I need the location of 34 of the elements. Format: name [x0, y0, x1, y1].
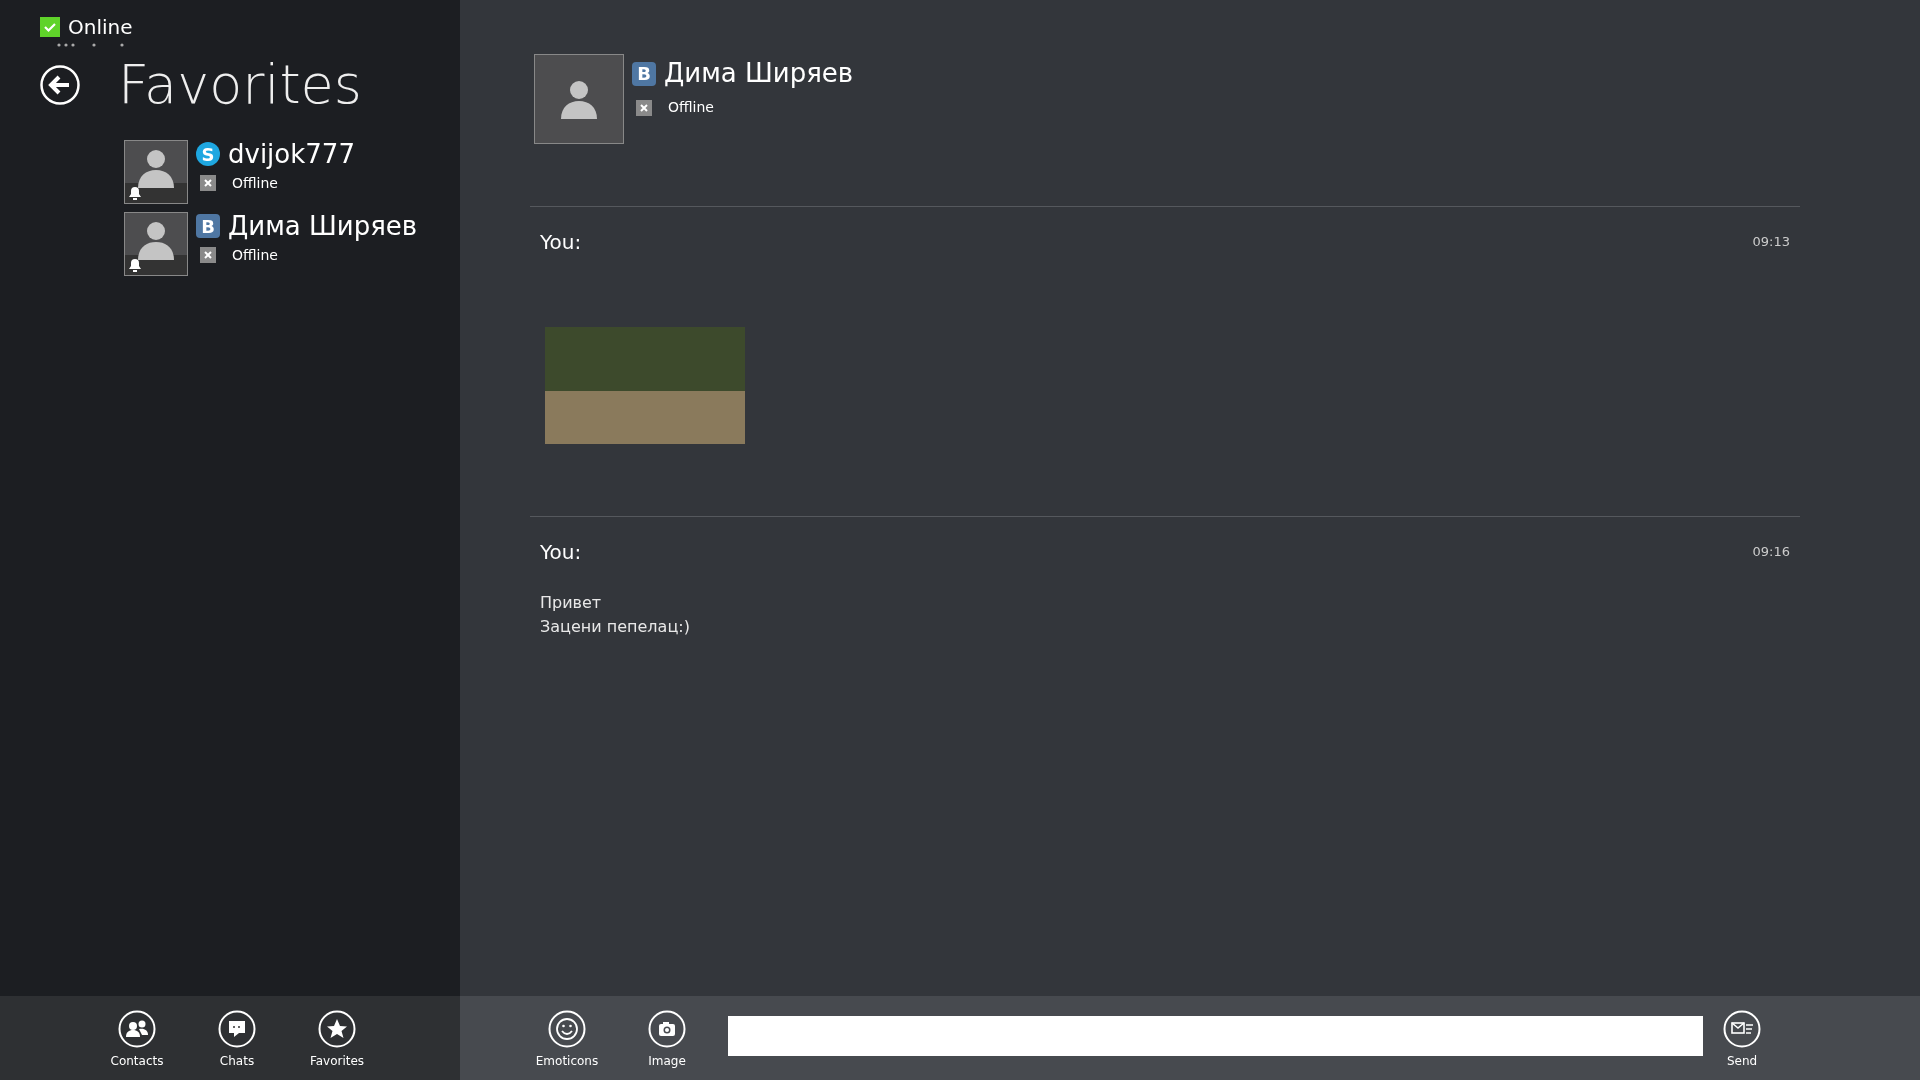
skype-logo: S [196, 142, 220, 167]
contact-name: Дима Ширяев [664, 57, 854, 90]
message-time: 09:13 [1752, 233, 1790, 252]
sender-label: You: [540, 539, 582, 566]
message-text: Привет [540, 592, 603, 614]
image-button[interactable]: Image [628, 1010, 706, 1070]
presence-label[interactable]: Online [68, 12, 133, 42]
favorites-button[interactable]: Favorites [298, 1010, 376, 1080]
sender-label: You: [540, 229, 582, 256]
contact-name: Дима Ширяев [228, 212, 418, 241]
person-icon [559, 79, 599, 119]
contact-status: Offline [232, 245, 278, 265]
chats-button[interactable]: Chats [198, 1010, 276, 1080]
page-title: Favorites [118, 58, 362, 112]
vk-logo: B [632, 61, 656, 86]
contacts-button[interactable]: Contacts [98, 1010, 176, 1080]
back-button[interactable] [40, 65, 80, 105]
contact-status: Offline [232, 173, 278, 193]
contact-name: dvijok777 [228, 140, 355, 169]
send-button[interactable]: Send [1703, 1010, 1781, 1070]
message-text: Зацени пепелац:) [540, 616, 691, 638]
vk-logo: B [196, 214, 220, 239]
loading-dots-icon [56, 42, 126, 48]
message-time: 09:16 [1752, 543, 1790, 562]
bell-icon [127, 257, 143, 273]
message-input[interactable] [728, 1016, 1703, 1056]
person-icon [136, 220, 176, 260]
person-icon [136, 148, 176, 188]
bell-icon [127, 185, 143, 201]
contact-status: Offline [668, 98, 714, 117]
photo-placeholder[interactable] [545, 327, 745, 444]
emoticons-button[interactable]: Emoticons [528, 1010, 606, 1070]
contact-item[interactable]: B Дима Ширяев Offline [124, 212, 460, 276]
contact-item[interactable]: S dvijok777 Offline [124, 140, 460, 204]
